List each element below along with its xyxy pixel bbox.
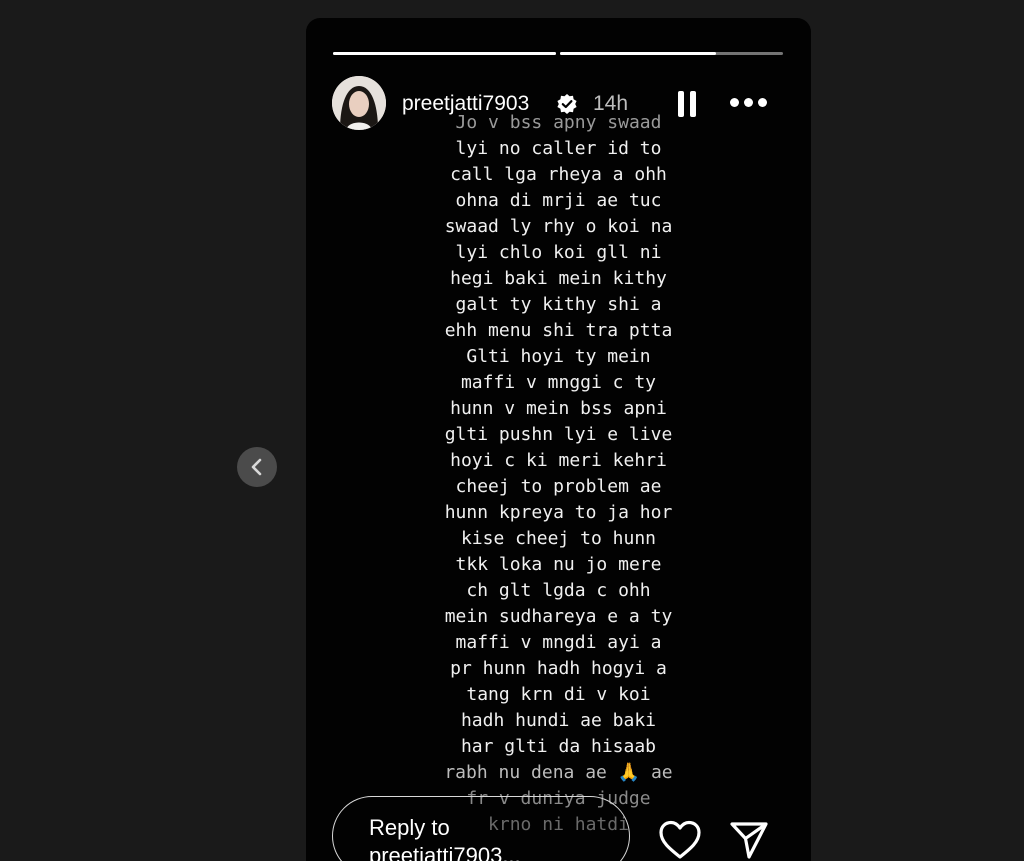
previous-story-button[interactable] <box>237 447 277 487</box>
caption-line: har glti da hisaab <box>460 736 657 757</box>
caption-line: lyi no caller id to <box>455 138 662 159</box>
caption-line: Glti hoyi ty mein <box>466 346 651 367</box>
caption-line: hegi baki mein kithy <box>450 268 667 289</box>
caption-line: maffi v mnggi c ty <box>460 372 657 393</box>
reply-placeholder: Reply to preetjatti7903... <box>369 815 521 861</box>
caption-line: tkk loka nu jo mere <box>455 554 662 575</box>
caption-line: pr hunn hadh hogyi a <box>450 658 667 679</box>
caption-line: maffi v mngdi ayi a <box>455 632 662 653</box>
caption-line: hadh hundi ae baki <box>460 710 657 731</box>
caption-line: glti pushn lyi e live <box>444 424 673 445</box>
story-caption: Jo v bss apny swaad lyi no caller id to ca… <box>306 110 811 838</box>
caption-line: ch glt lgda c ohh <box>466 580 651 601</box>
caption-line: mein sudhareya e a ty <box>444 606 673 627</box>
reply-input[interactable]: Reply to preetjatti7903... <box>332 796 630 861</box>
caption-line: Jo v bss apny swaad <box>455 112 662 133</box>
caption-line: lyi chlo koi gll ni <box>455 242 662 263</box>
caption-line: hoyi c ki meri kehri <box>450 450 667 471</box>
caption-line: hunn v mein bss apni <box>450 398 667 419</box>
caption-line: ehh menu shi tra ptta <box>444 320 673 341</box>
caption-line: ohna di mrji ae tuc <box>455 190 662 211</box>
story-progress-segment <box>333 52 556 55</box>
more-options-icon[interactable] <box>730 97 768 109</box>
caption-line: call lga rheya a ohh <box>450 164 667 185</box>
caption-line: galt ty kithy shi a <box>455 294 662 315</box>
caption-line: tang krn di v koi <box>466 684 651 705</box>
chevron-left-icon <box>251 458 262 476</box>
caption-line: rabh nu dena ae 🙏 ae <box>444 762 673 783</box>
story-progress-segment <box>560 52 783 55</box>
send-icon[interactable] <box>728 819 770 861</box>
caption-line: kise cheej to hunn <box>460 528 657 549</box>
caption-line: hunn kpreya to ja hor <box>444 502 673 523</box>
caption-line: swaad ly rhy o koi na <box>444 216 673 237</box>
story-viewer: preetjatti7903 14h Jo v bss apny swaad ly… <box>306 18 811 861</box>
caption-line: cheej to problem ae <box>455 476 662 497</box>
heart-icon[interactable] <box>658 819 702 861</box>
